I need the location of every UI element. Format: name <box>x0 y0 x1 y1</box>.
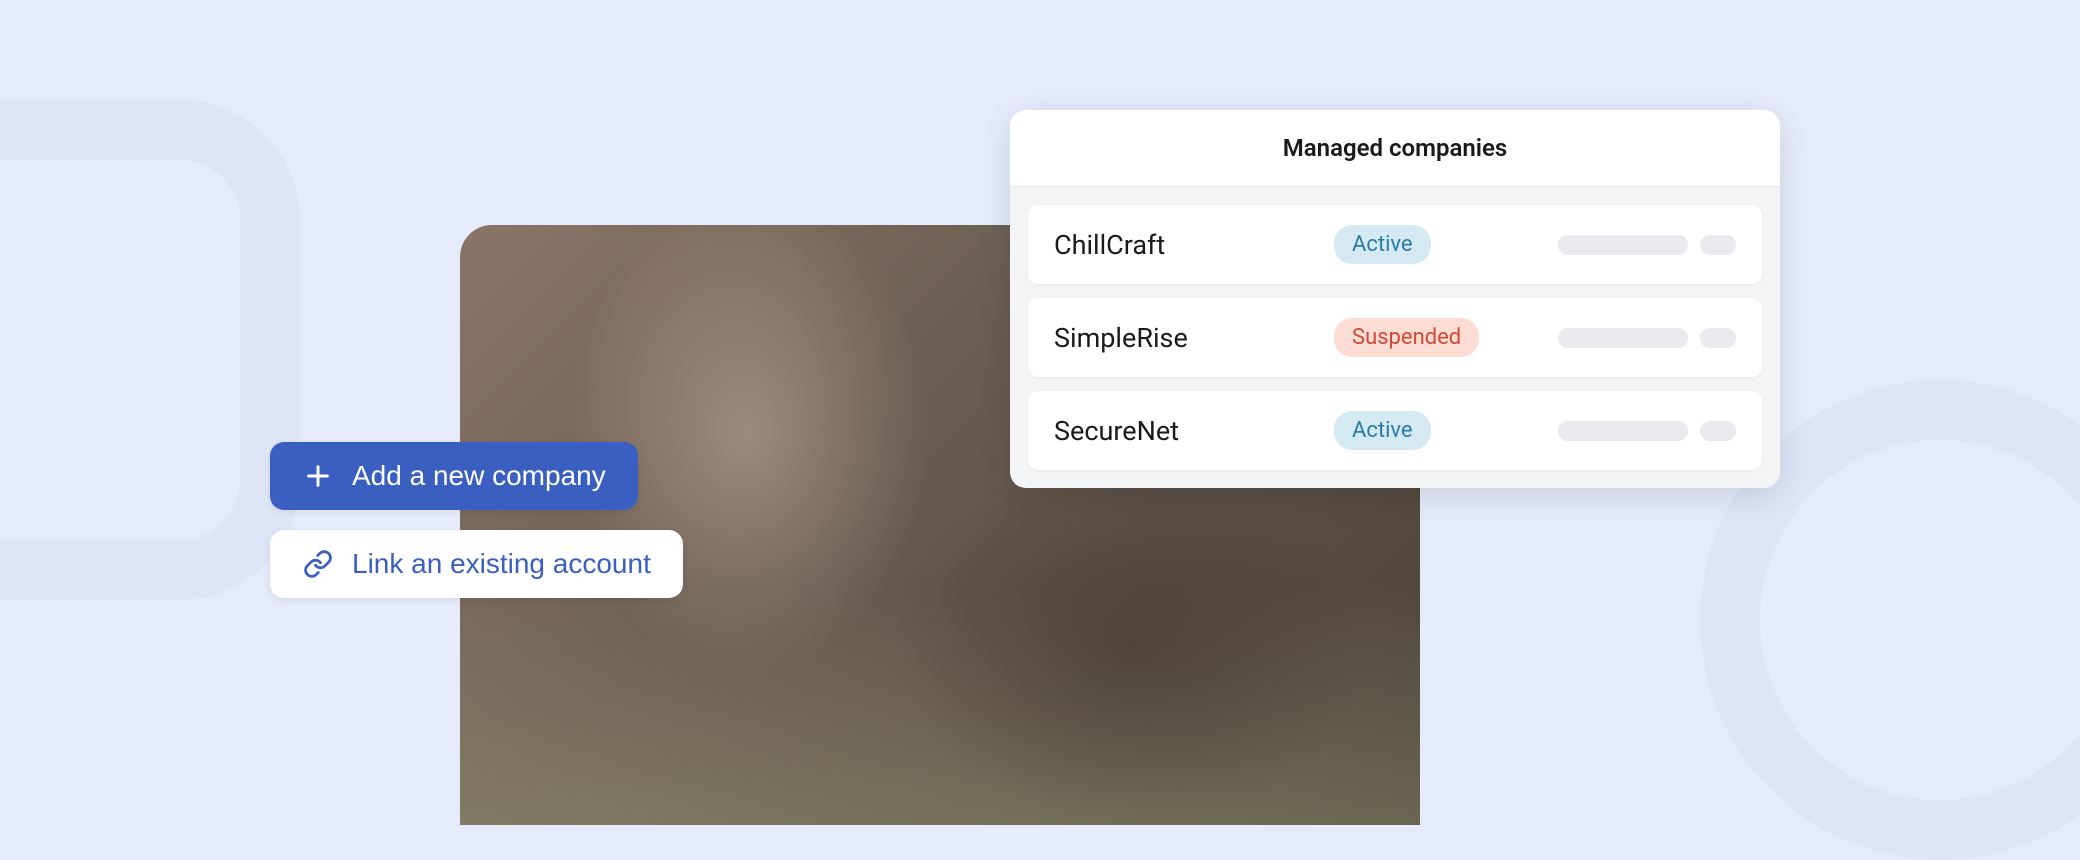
placeholder-dot <box>1700 328 1736 348</box>
row-actions-placeholder <box>1558 421 1736 441</box>
placeholder-bar <box>1558 328 1688 348</box>
row-actions-placeholder <box>1558 235 1736 255</box>
status-badge: Suspended <box>1334 318 1479 357</box>
company-name: SecureNet <box>1054 415 1314 447</box>
companies-list: ChillCraft Active SimpleRise Suspended S… <box>1010 187 1780 488</box>
company-name: ChillCraft <box>1054 229 1314 261</box>
placeholder-dot <box>1700 421 1736 441</box>
add-company-label: Add a new company <box>352 460 606 492</box>
company-row[interactable]: SecureNet Active <box>1028 391 1762 470</box>
company-name: SimpleRise <box>1054 322 1314 354</box>
status-badge: Active <box>1334 225 1431 264</box>
link-icon <box>302 548 334 580</box>
managed-companies-panel: Managed companies ChillCraft Active Simp… <box>1010 110 1780 488</box>
placeholder-bar <box>1558 235 1688 255</box>
link-account-button[interactable]: Link an existing account <box>270 530 683 598</box>
plus-icon <box>302 460 334 492</box>
link-account-label: Link an existing account <box>352 548 651 580</box>
company-row[interactable]: SimpleRise Suspended <box>1028 298 1762 377</box>
placeholder-dot <box>1700 235 1736 255</box>
placeholder-bar <box>1558 421 1688 441</box>
status-badge: Active <box>1334 411 1431 450</box>
company-row[interactable]: ChillCraft Active <box>1028 205 1762 284</box>
background-decoration-left <box>0 100 300 600</box>
add-company-button[interactable]: Add a new company <box>270 442 638 510</box>
action-button-group: Add a new company Link an existing accou… <box>270 442 683 598</box>
row-actions-placeholder <box>1558 328 1736 348</box>
panel-title: Managed companies <box>1010 110 1780 187</box>
